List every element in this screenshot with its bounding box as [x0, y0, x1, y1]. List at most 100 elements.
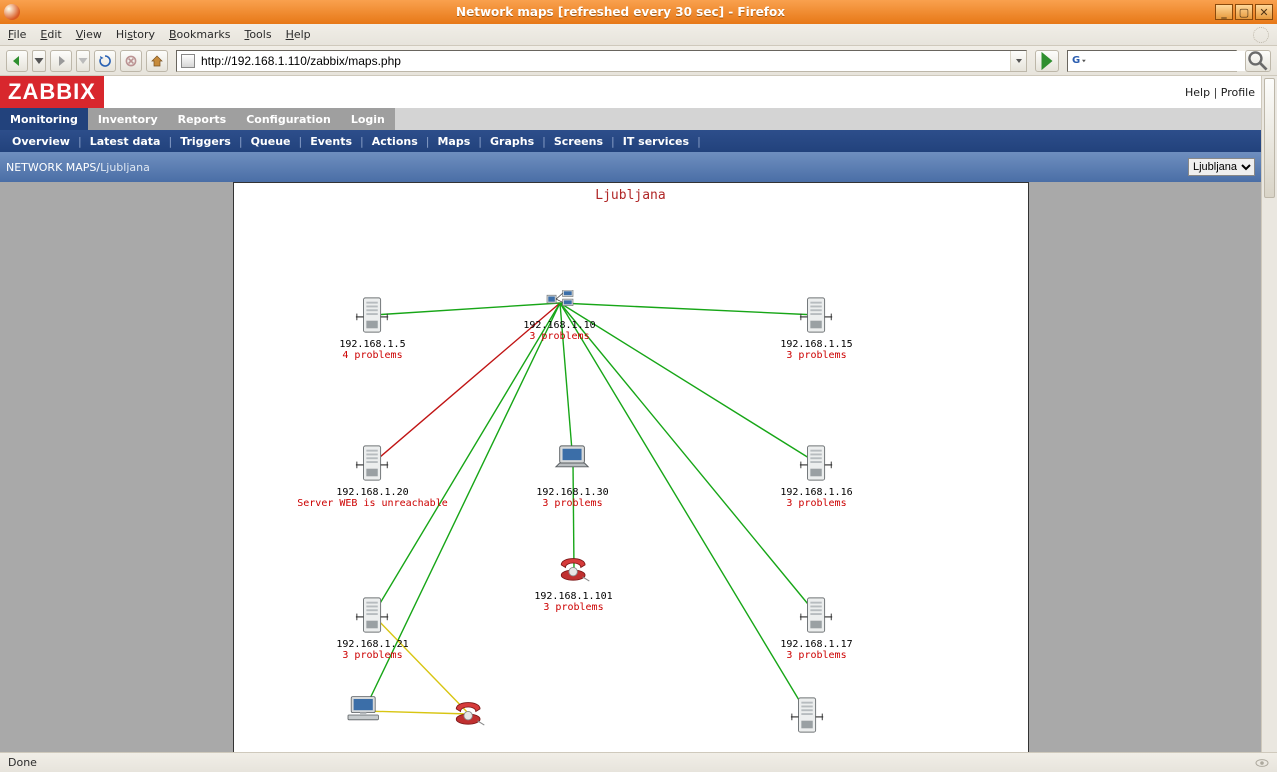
node-label: 192.168.1.5 — [293, 339, 453, 350]
node-label: 192.168.1.30 — [493, 487, 653, 498]
maximize-button[interactable]: ▢ — [1235, 4, 1253, 20]
map-node[interactable]: 192.168.1.153 problems — [737, 295, 897, 361]
map-node[interactable]: 192.168.1.103 problems — [480, 290, 640, 342]
tab-monitoring[interactable]: Monitoring — [0, 108, 88, 130]
status-text: Done — [8, 756, 37, 769]
search-engine-icon[interactable]: G — [1072, 54, 1086, 68]
scrollbar-thumb[interactable] — [1264, 78, 1275, 198]
node-status: 3 problems — [493, 498, 653, 509]
node-label: 192.168.1.17 — [737, 639, 897, 650]
map-area: Ljubljana 192.168.1.54 problems192.168.1… — [0, 182, 1261, 752]
menu-tools[interactable]: Tools — [244, 28, 271, 41]
tab-reports[interactable]: Reports — [168, 108, 237, 130]
subtab-maps[interactable]: Maps — [429, 135, 478, 148]
menu-history[interactable]: History — [116, 28, 155, 41]
reload-button[interactable] — [94, 50, 116, 72]
server-icon — [354, 443, 392, 483]
subtab-overview[interactable]: Overview — [4, 135, 78, 148]
url-input[interactable] — [199, 51, 1010, 71]
search-input[interactable] — [1090, 51, 1267, 71]
subtab-actions[interactable]: Actions — [364, 135, 426, 148]
stop-button[interactable] — [120, 50, 142, 72]
close-button[interactable]: ✕ — [1255, 4, 1273, 20]
subtab-latest-data[interactable]: Latest data — [82, 135, 169, 148]
node-label: 192.168.1.10 — [480, 320, 640, 331]
subtab-it-services[interactable]: IT services — [615, 135, 697, 148]
node-status: 3 problems — [293, 650, 453, 661]
server-icon — [789, 695, 827, 735]
map-node[interactable]: 192.168.1.20Server WEB is unreachable — [293, 443, 453, 509]
switch-icon — [539, 290, 581, 316]
phone-icon — [554, 553, 594, 587]
sub-nav: Overview| Latest data| Triggers| Queue| … — [0, 130, 1261, 152]
tab-login[interactable]: Login — [341, 108, 395, 130]
main-nav: Monitoring Inventory Reports Configurati… — [0, 108, 1261, 130]
home-button[interactable] — [146, 50, 168, 72]
vertical-scrollbar[interactable] — [1261, 76, 1277, 752]
node-label: 192.168.1.16 — [737, 487, 897, 498]
breadcrumb-root[interactable]: NETWORK MAPS — [6, 161, 96, 174]
map-node[interactable] — [389, 697, 549, 735]
subtab-graphs[interactable]: Graphs — [482, 135, 542, 148]
node-status: 3 problems — [494, 602, 654, 613]
link-help[interactable]: Help — [1185, 86, 1210, 99]
menu-help[interactable]: Help — [286, 28, 311, 41]
network-map-canvas[interactable]: Ljubljana 192.168.1.54 problems192.168.1… — [233, 182, 1029, 752]
browser-viewport: ZABBIX Help | Profile Monitoring Invento… — [0, 76, 1277, 752]
node-status: 3 problems — [737, 650, 897, 661]
window-title: Network maps [refreshed every 30 sec] - … — [26, 5, 1215, 19]
node-label: 192.168.1.15 — [737, 339, 897, 350]
menu-edit[interactable]: Edit — [40, 28, 61, 41]
zabbix-logo: ZABBIX — [0, 76, 104, 109]
tab-configuration[interactable]: Configuration — [236, 108, 341, 130]
server-icon — [798, 295, 836, 335]
tab-inventory[interactable]: Inventory — [88, 108, 168, 130]
node-status: 4 problems — [293, 350, 453, 361]
menu-file[interactable]: File — [8, 28, 26, 41]
activity-throbber-icon — [1253, 27, 1269, 43]
node-label: 192.168.1.20 — [293, 487, 453, 498]
menu-view[interactable]: View — [76, 28, 102, 41]
go-button[interactable] — [1035, 50, 1059, 72]
map-node[interactable]: 192.168.1.173 problems — [737, 595, 897, 661]
subtab-triggers[interactable]: Triggers — [172, 135, 239, 148]
node-label: 192.168.1.101 — [494, 591, 654, 602]
window-titlebar: Network maps [refreshed every 30 sec] - … — [0, 0, 1277, 24]
firefox-icon — [4, 4, 20, 20]
node-status: 3 problems — [737, 350, 897, 361]
search-bar[interactable]: G — [1067, 50, 1237, 72]
breadcrumb: NETWORK MAPS / Ljubljana Ljubljana — [0, 152, 1261, 182]
app-header: ZABBIX Help | Profile — [0, 76, 1261, 108]
back-button[interactable] — [6, 50, 28, 72]
node-label: 192.168.1.21 — [293, 639, 453, 650]
menu-bookmarks[interactable]: Bookmarks — [169, 28, 230, 41]
browser-menubar: File Edit View History Bookmarks Tools H… — [0, 24, 1277, 46]
subtab-screens[interactable]: Screens — [546, 135, 611, 148]
map-node[interactable]: 192.168.1.163 problems — [737, 443, 897, 509]
url-history-dropdown-button[interactable] — [1010, 51, 1026, 71]
forward-button[interactable] — [50, 50, 72, 72]
map-node[interactable] — [728, 695, 888, 739]
server-icon — [798, 595, 836, 635]
laptop-icon — [554, 443, 592, 483]
minimize-button[interactable]: _ — [1215, 4, 1233, 20]
server-icon — [798, 443, 836, 483]
map-node[interactable]: 192.168.1.54 problems — [293, 295, 453, 361]
privacy-icon — [1255, 756, 1269, 770]
map-node[interactable]: 192.168.1.1013 problems — [494, 553, 654, 613]
link-profile[interactable]: Profile — [1221, 86, 1255, 99]
map-node[interactable]: 192.168.1.303 problems — [493, 443, 653, 509]
browser-toolbar: G — [0, 46, 1277, 76]
subtab-events[interactable]: Events — [302, 135, 360, 148]
map-node[interactable]: 192.168.1.213 problems — [293, 595, 453, 661]
search-button[interactable] — [1245, 50, 1271, 72]
url-bar[interactable] — [176, 50, 1027, 72]
browser-statusbar: Done — [0, 752, 1277, 772]
map-selector[interactable]: Ljubljana — [1188, 158, 1255, 176]
phone-icon — [449, 697, 489, 731]
subtab-queue[interactable]: Queue — [243, 135, 299, 148]
node-status: 3 problems — [480, 331, 640, 342]
forward-history-button[interactable] — [76, 50, 90, 72]
node-status: Server WEB is unreachable — [293, 498, 453, 509]
back-history-button[interactable] — [32, 50, 46, 72]
